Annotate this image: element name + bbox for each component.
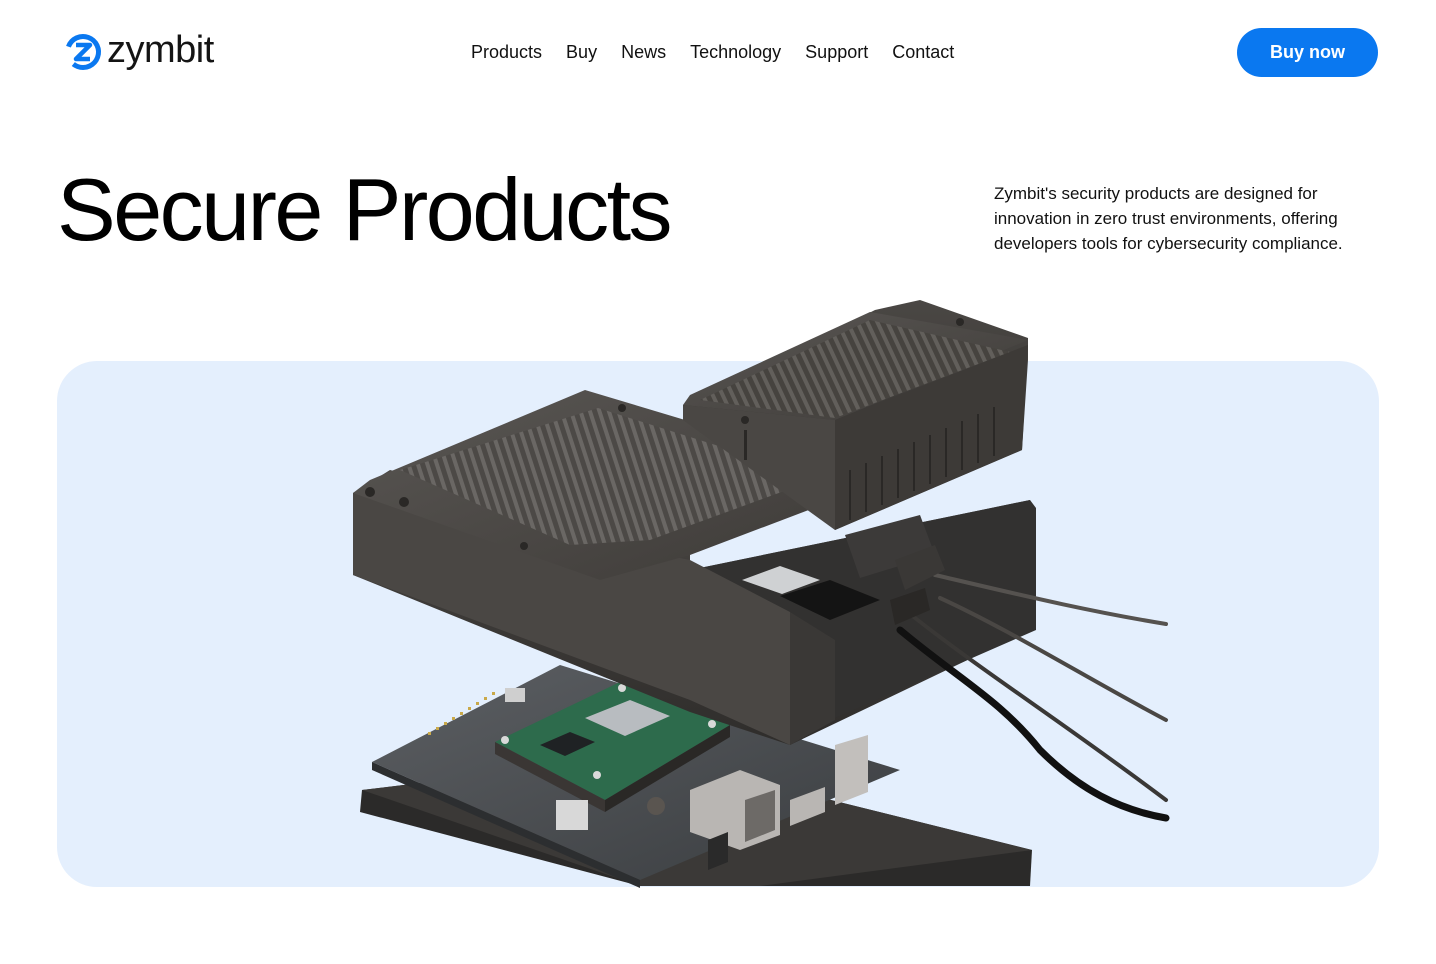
exploded-enclosure-with-circuit-board-image — [353, 300, 1170, 888]
zymbit-logo-icon — [65, 34, 102, 70]
nav-item-technology[interactable]: Technology — [690, 40, 781, 64]
page-title: Secure Products — [57, 160, 673, 259]
main-nav: Products Buy News Technology Support Con… — [471, 40, 954, 64]
site-header: zymbit Products Buy News Technology Supp… — [0, 0, 1436, 104]
nav-item-support[interactable]: Support — [805, 40, 868, 64]
nav-item-buy[interactable]: Buy — [566, 40, 597, 64]
logo-wordmark: zymbit — [107, 29, 214, 71]
logo-link[interactable]: zymbit — [63, 30, 214, 74]
nav-item-products[interactable]: Products — [471, 40, 542, 64]
buy-now-button[interactable]: Buy now — [1237, 28, 1378, 77]
intro-text: Zymbit's security products are designed … — [994, 184, 1343, 253]
nav-item-contact[interactable]: Contact — [892, 40, 954, 64]
nav-item-news[interactable]: News — [621, 40, 666, 64]
